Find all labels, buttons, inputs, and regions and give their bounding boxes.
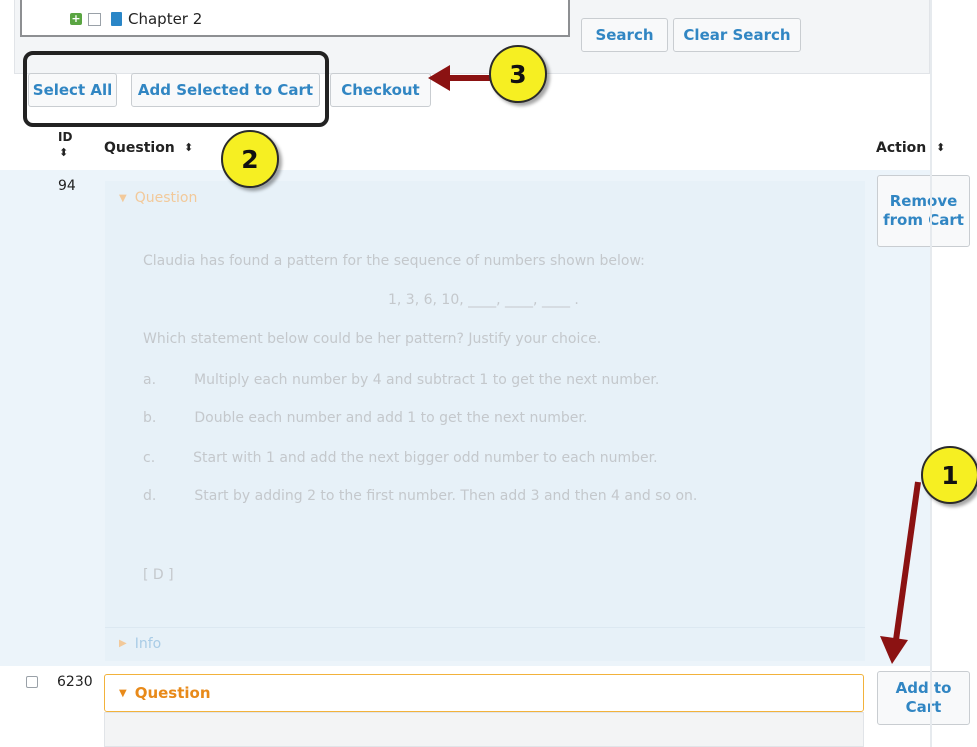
callout-1: 1 (921, 446, 977, 504)
callout-3: 3 (489, 45, 547, 103)
arrow-line (893, 481, 921, 641)
callout-2: 2 (221, 130, 279, 188)
annotation-arrows (428, 65, 921, 664)
arrowhead-icon (880, 636, 908, 664)
arrowhead-icon (428, 65, 450, 91)
